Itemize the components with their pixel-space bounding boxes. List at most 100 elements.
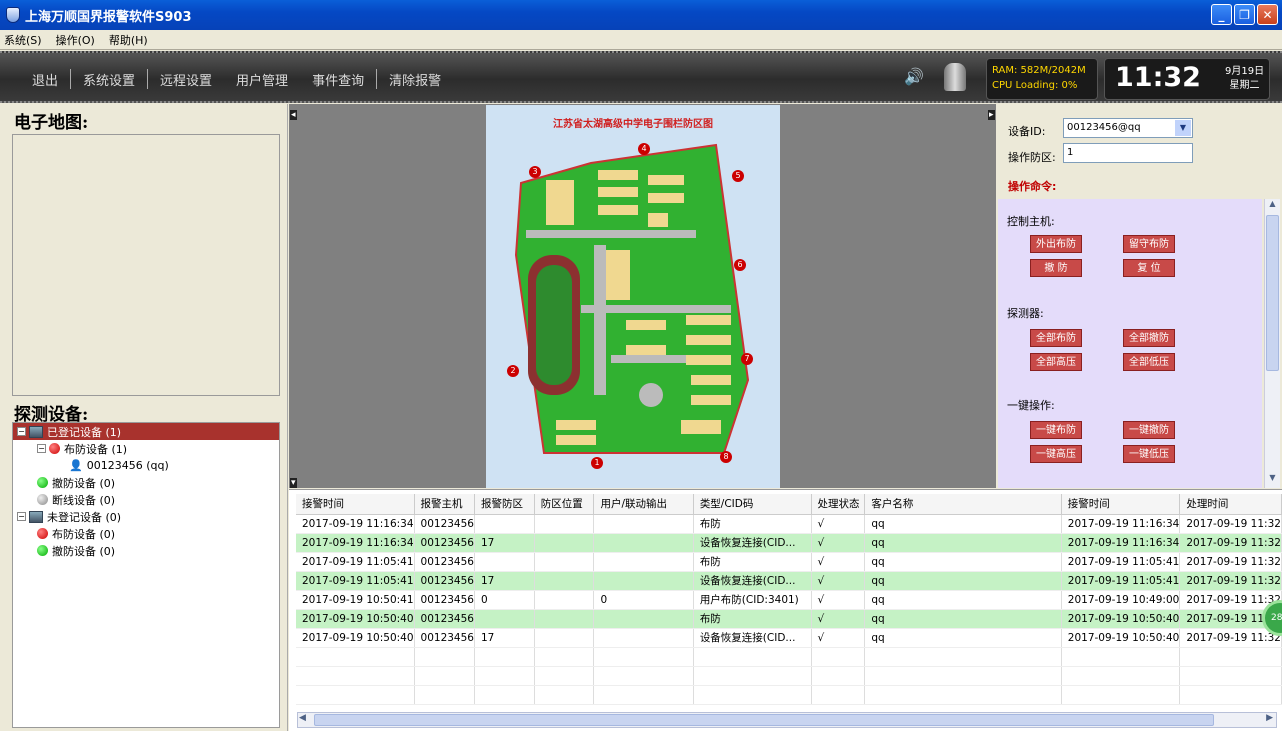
- table-row[interactable]: 2017-09-19 11:05:41 00123456 布防 √ qq 2017-09-…: [296, 552, 1282, 572]
- table-row[interactable]: 2017-09-19 10:50:40 00123456 17 设备恢复连接(CID.…: [296, 628, 1282, 648]
- siren-icon[interactable]: [944, 63, 966, 91]
- table-cell: 17: [474, 628, 535, 648]
- table-row[interactable]: 2017-09-19 11:16:34 00123456 布防 √ qq 2017-09-…: [296, 514, 1282, 534]
- zone-marker[interactable]: 3: [529, 166, 541, 178]
- clear-alarm-button[interactable]: 清除报警: [377, 70, 453, 89]
- title-bar: 上海万顺国界报警软件S903 _ ❐ ✕: [0, 0, 1282, 30]
- remote-settings-button[interactable]: 远程设置: [148, 70, 224, 89]
- collapse-bottom-icon[interactable]: ▾: [290, 478, 297, 488]
- table-cell: 00123456: [414, 514, 475, 534]
- table-cell: [534, 609, 595, 629]
- zone-marker[interactable]: 6: [734, 259, 746, 271]
- tree-node-armed-unreg[interactable]: 布防设备 (0): [13, 525, 279, 542]
- empty-cell: [811, 666, 866, 686]
- all-high-voltage-button[interactable]: 全部高压: [1030, 353, 1082, 371]
- minimize-button[interactable]: _: [1211, 4, 1232, 25]
- onekey-high-voltage-button[interactable]: 一键高压: [1030, 445, 1082, 463]
- command-scrollbar[interactable]: ▲ ▼: [1264, 199, 1280, 488]
- table-cell: 0: [474, 590, 535, 610]
- close-button[interactable]: ✕: [1257, 4, 1278, 25]
- all-arm-button[interactable]: 全部布防: [1030, 329, 1082, 347]
- collapse-icon[interactable]: −: [17, 512, 26, 521]
- zone-input[interactable]: 1: [1063, 143, 1193, 163]
- table-cell: 2017-09-19 11:32: [1179, 533, 1282, 553]
- col-header[interactable]: 报警防区: [474, 494, 535, 515]
- col-header[interactable]: 处理状态: [811, 494, 866, 515]
- zone-marker[interactable]: 5: [732, 170, 744, 182]
- table-cell: [593, 571, 694, 591]
- all-low-voltage-button[interactable]: 全部低压: [1123, 353, 1175, 371]
- event-query-button[interactable]: 事件查询: [300, 70, 376, 89]
- table-cell: [593, 609, 694, 629]
- zone-marker[interactable]: 7: [741, 353, 753, 365]
- col-header[interactable]: 防区位置: [534, 494, 595, 515]
- menu-system[interactable]: 系统(S): [4, 32, 42, 48]
- empty-cell: [1061, 685, 1181, 705]
- arm-away-button[interactable]: 外出布防: [1030, 235, 1082, 253]
- table-row[interactable]: 2017-09-19 10:50:41 00123456 0 0 用户布防(CID:34…: [296, 590, 1282, 610]
- table-cell: √: [811, 590, 866, 610]
- menu-help[interactable]: 帮助(H): [109, 32, 148, 48]
- scroll-down-icon[interactable]: ▼: [1266, 473, 1279, 487]
- school-zone-map[interactable]: 江苏省太湖高级中学电子围栏防区图 1 2 3 4 5 6 7 8: [486, 105, 780, 488]
- empty-cell: [811, 685, 866, 705]
- all-disarm-button[interactable]: 全部撤防: [1123, 329, 1175, 347]
- onekey-low-voltage-button[interactable]: 一键低压: [1123, 445, 1175, 463]
- empty-cell: [1061, 666, 1181, 686]
- col-header[interactable]: 用户/联动输出: [593, 494, 694, 515]
- collapse-icon[interactable]: −: [17, 427, 26, 436]
- tree-label: 撤防设备 (0): [52, 544, 116, 558]
- col-header[interactable]: 类型/CID码: [693, 494, 812, 515]
- restore-button[interactable]: ❐: [1234, 4, 1255, 25]
- scroll-thumb[interactable]: [1266, 215, 1279, 371]
- tree-node-registered[interactable]: − 已登记设备 (1): [13, 423, 279, 440]
- zone-marker[interactable]: 2: [507, 365, 519, 377]
- zone-marker[interactable]: 8: [720, 451, 732, 463]
- collapse-icon[interactable]: −: [37, 444, 46, 453]
- empty-cell: [414, 647, 475, 667]
- tree-node-offline[interactable]: 断线设备 (0): [13, 491, 279, 508]
- exit-button[interactable]: 退出: [20, 70, 70, 89]
- scroll-left-icon[interactable]: ◀: [299, 713, 306, 723]
- zone-marker[interactable]: 1: [591, 457, 603, 469]
- user-management-button[interactable]: 用户管理: [224, 70, 300, 89]
- campus-drawing: [514, 143, 750, 454]
- table-cell: 布防: [693, 609, 812, 629]
- tree-node-unregistered[interactable]: − 未登记设备 (0): [13, 508, 279, 525]
- tree-node-device[interactable]: 👤 00123456 (qq): [13, 457, 279, 474]
- system-settings-button[interactable]: 系统设置: [71, 70, 147, 89]
- grid-hscrollbar[interactable]: ◀ ▶: [297, 712, 1277, 728]
- empty-cell: [1179, 647, 1282, 667]
- speaker-icon[interactable]: 🔊: [904, 67, 926, 87]
- scroll-up-icon[interactable]: ▲: [1266, 199, 1279, 213]
- col-header[interactable]: 接警时间: [296, 494, 415, 515]
- collapse-left-icon[interactable]: ◂: [290, 110, 297, 120]
- shield-app-icon: [6, 7, 20, 23]
- onekey-arm-button[interactable]: 一键布防: [1030, 421, 1082, 439]
- device-tree[interactable]: − 已登记设备 (1) − 布防设备 (1) 👤 00123456 (qq) 撤防设备…: [12, 422, 280, 728]
- tree-node-armed[interactable]: − 布防设备 (1): [13, 440, 279, 457]
- col-header[interactable]: 接警时间: [1061, 494, 1181, 515]
- collapse-right-icon[interactable]: ▸: [988, 110, 995, 120]
- onekey-disarm-button[interactable]: 一键撤防: [1123, 421, 1175, 439]
- disarm-button[interactable]: 撤 防: [1030, 259, 1082, 277]
- col-header[interactable]: 客户名称: [864, 494, 1062, 515]
- menu-operation[interactable]: 操作(O): [56, 32, 95, 48]
- chevron-down-icon[interactable]: ▼: [1175, 120, 1191, 136]
- arm-stay-button[interactable]: 留守布防: [1123, 235, 1175, 253]
- device-id-select[interactable]: 00123456@qq ▼: [1063, 118, 1193, 138]
- empty-cell: [693, 666, 812, 686]
- tree-node-disarmed-unreg[interactable]: 撤防设备 (0): [13, 542, 279, 559]
- table-row[interactable]: 2017-09-19 11:05:41 00123456 17 设备恢复连接(CID.…: [296, 571, 1282, 591]
- scroll-thumb[interactable]: [314, 714, 1214, 726]
- table-cell: 2017-09-19 11:16:34: [1061, 514, 1181, 534]
- col-header[interactable]: 报警主机: [414, 494, 475, 515]
- col-header[interactable]: 处理时间: [1179, 494, 1282, 515]
- zone-marker[interactable]: 4: [638, 143, 650, 155]
- tree-node-disarmed[interactable]: 撤防设备 (0): [13, 474, 279, 491]
- reset-button[interactable]: 复 位: [1123, 259, 1175, 277]
- map-view[interactable]: ◂ ▾ ▸ 江苏省太湖高级中学电子围栏防区图 1 2 3 4 5 6 7 8: [289, 104, 996, 488]
- table-row[interactable]: 2017-09-19 11:16:34 00123456 17 设备恢复连接(CID.…: [296, 533, 1282, 553]
- scroll-right-icon[interactable]: ▶: [1266, 713, 1273, 723]
- table-row[interactable]: 2017-09-19 10:50:40 00123456 布防 √ qq 2017-09-…: [296, 609, 1282, 629]
